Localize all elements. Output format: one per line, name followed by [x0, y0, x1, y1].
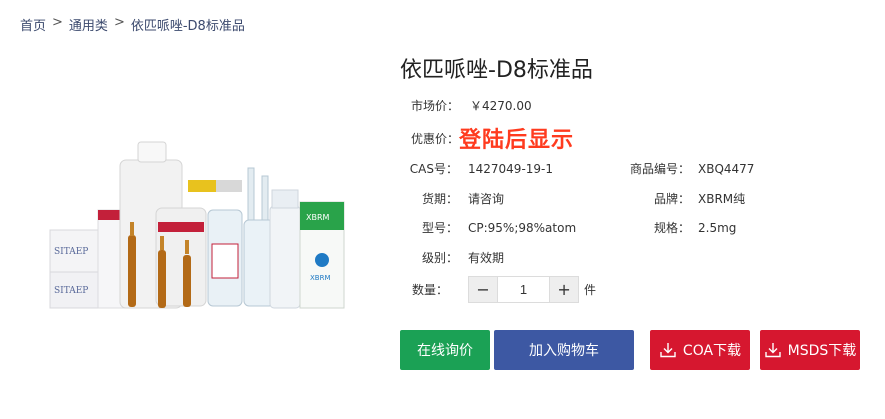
quantity-row: 数量： − + 件: [412, 276, 596, 303]
bottle-brand-label: XBRM: [310, 274, 331, 282]
model-row: 型号： CP:95%;98%atom: [400, 219, 576, 236]
quantity-decrease-button[interactable]: −: [469, 277, 498, 302]
coa-download-label: COA下载: [682, 343, 742, 359]
add-to-cart-label: 加入购物车: [529, 343, 599, 359]
cas-label: CAS号：: [409, 162, 458, 176]
online-inquiry-label: 在线询价: [417, 343, 473, 359]
brand-value: XBRM纯: [698, 192, 746, 206]
delivery-row: 货期： 请咨询: [400, 190, 504, 207]
breadcrumb-separator: >: [113, 15, 125, 30]
product-image: SITAEP SITAEP XBRM XBRM: [48, 140, 348, 315]
grade-row: 级别： 有效期: [400, 249, 504, 266]
discount-price-value: 登陆后显示: [459, 128, 575, 153]
spec-value: 2.5mg: [698, 220, 737, 235]
code-value: XBQ4477: [698, 161, 755, 176]
brand-row: 品牌： XBRM纯: [620, 190, 745, 207]
brand-box-label: SITAEP: [54, 286, 88, 296]
code-row: 商品编号： XBQ4477: [620, 160, 754, 177]
download-icon: [660, 343, 676, 358]
market-price-label: 市场价：: [411, 99, 460, 113]
market-price-row: 市场价： ￥4270.00: [411, 97, 532, 114]
spec-label: 规格：: [653, 221, 690, 235]
discount-price-label: 优惠价：: [411, 131, 460, 146]
coa-download-button[interactable]: COA下载: [650, 330, 750, 370]
breadcrumb-category-link[interactable]: 通用类: [69, 15, 108, 34]
breadcrumb-current-link[interactable]: 依匹哌唑-D8标准品: [131, 15, 245, 34]
grade-label: 级别：: [421, 251, 458, 265]
quantity-unit: 件: [584, 283, 597, 297]
brand-label: 品牌：: [653, 192, 690, 206]
brand-box-label: SITAEP: [54, 247, 88, 257]
breadcrumb: 首页 > 通用类 > 依匹哌唑-D8标准品: [20, 15, 245, 34]
breadcrumb-home-link[interactable]: 首页: [20, 15, 46, 34]
product-title: 依匹哌唑-D8标准品: [400, 58, 593, 83]
code-label: 商品编号：: [629, 162, 690, 176]
discount-price-row: 优惠价： 登陆后显示: [411, 122, 574, 154]
download-icon: [764, 343, 781, 358]
online-inquiry-button[interactable]: 在线询价: [400, 330, 490, 370]
quantity-increase-button[interactable]: +: [550, 277, 579, 302]
bottle-brand-label: XBRM: [306, 213, 330, 222]
cas-value: 1427049-19-1: [468, 161, 554, 176]
add-to-cart-button[interactable]: 加入购物车: [494, 330, 634, 370]
market-price-value: ￥4270.00: [470, 99, 532, 113]
msds-download-label: MSDS下载: [787, 343, 857, 359]
spec-row: 规格： 2.5mg: [620, 219, 736, 236]
delivery-value: 请咨询: [468, 192, 505, 206]
cas-row: CAS号： 1427049-19-1: [400, 160, 553, 177]
grade-value: 有效期: [468, 251, 505, 265]
breadcrumb-separator: >: [52, 15, 63, 30]
quantity-input[interactable]: [497, 277, 551, 302]
quantity-label: 数量：: [412, 283, 449, 297]
msds-download-button[interactable]: MSDS下载: [760, 330, 860, 370]
model-label: 型号：: [421, 221, 458, 235]
quantity-stepper: − +: [468, 276, 580, 303]
delivery-label: 货期：: [421, 192, 458, 206]
model-value: CP:95%;98%atom: [468, 220, 577, 235]
